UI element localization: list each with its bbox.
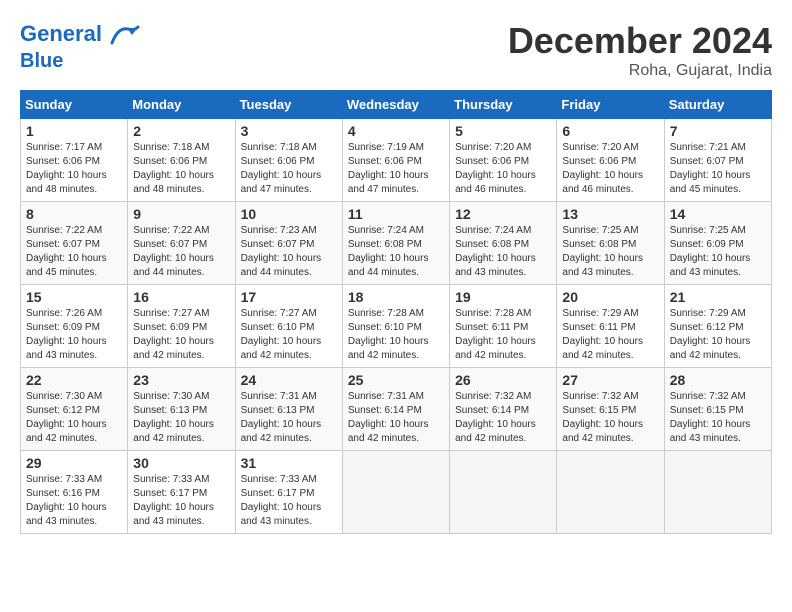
table-row: 28Sunrise: 7:32 AMSunset: 6:15 PMDayligh… — [664, 368, 771, 451]
title-section: December 2024 Roha, Gujarat, India — [508, 20, 772, 80]
table-row: 25Sunrise: 7:31 AMSunset: 6:14 PMDayligh… — [342, 368, 449, 451]
header-sunday: Sunday — [21, 91, 128, 119]
table-row: 6Sunrise: 7:20 AMSunset: 6:06 PMDaylight… — [557, 119, 664, 202]
weekday-header-row: Sunday Monday Tuesday Wednesday Thursday… — [21, 91, 772, 119]
table-row: 27Sunrise: 7:32 AMSunset: 6:15 PMDayligh… — [557, 368, 664, 451]
table-row: 23Sunrise: 7:30 AMSunset: 6:13 PMDayligh… — [128, 368, 235, 451]
table-row — [664, 451, 771, 534]
table-row: 7Sunrise: 7:21 AMSunset: 6:07 PMDaylight… — [664, 119, 771, 202]
table-row — [557, 451, 664, 534]
table-row: 21Sunrise: 7:29 AMSunset: 6:12 PMDayligh… — [664, 285, 771, 368]
header-thursday: Thursday — [450, 91, 557, 119]
header-saturday: Saturday — [664, 91, 771, 119]
table-row: 19Sunrise: 7:28 AMSunset: 6:11 PMDayligh… — [450, 285, 557, 368]
calendar-week-row: 8Sunrise: 7:22 AMSunset: 6:07 PMDaylight… — [21, 202, 772, 285]
location: Roha, Gujarat, India — [508, 62, 772, 80]
table-row: 18Sunrise: 7:28 AMSunset: 6:10 PMDayligh… — [342, 285, 449, 368]
table-row: 3Sunrise: 7:18 AMSunset: 6:06 PMDaylight… — [235, 119, 342, 202]
table-row: 5Sunrise: 7:20 AMSunset: 6:06 PMDaylight… — [450, 119, 557, 202]
table-row: 9Sunrise: 7:22 AMSunset: 6:07 PMDaylight… — [128, 202, 235, 285]
header-monday: Monday — [128, 91, 235, 119]
table-row: 24Sunrise: 7:31 AMSunset: 6:13 PMDayligh… — [235, 368, 342, 451]
calendar-week-row: 22Sunrise: 7:30 AMSunset: 6:12 PMDayligh… — [21, 368, 772, 451]
table-row — [450, 451, 557, 534]
calendar-table: Sunday Monday Tuesday Wednesday Thursday… — [20, 90, 772, 534]
table-row: 12Sunrise: 7:24 AMSunset: 6:08 PMDayligh… — [450, 202, 557, 285]
table-row: 2Sunrise: 7:18 AMSunset: 6:06 PMDaylight… — [128, 119, 235, 202]
table-row: 31Sunrise: 7:33 AMSunset: 6:17 PMDayligh… — [235, 451, 342, 534]
logo-blue-text: Blue — [20, 50, 140, 72]
table-row: 11Sunrise: 7:24 AMSunset: 6:08 PMDayligh… — [342, 202, 449, 285]
table-row: 16Sunrise: 7:27 AMSunset: 6:09 PMDayligh… — [128, 285, 235, 368]
table-row: 13Sunrise: 7:25 AMSunset: 6:08 PMDayligh… — [557, 202, 664, 285]
page-header: General Blue December 2024 Roha, Gujarat… — [20, 20, 772, 80]
table-row: 4Sunrise: 7:19 AMSunset: 6:06 PMDaylight… — [342, 119, 449, 202]
calendar-week-row: 29Sunrise: 7:33 AMSunset: 6:16 PMDayligh… — [21, 451, 772, 534]
table-row: 8Sunrise: 7:22 AMSunset: 6:07 PMDaylight… — [21, 202, 128, 285]
table-row: 29Sunrise: 7:33 AMSunset: 6:16 PMDayligh… — [21, 451, 128, 534]
table-row: 14Sunrise: 7:25 AMSunset: 6:09 PMDayligh… — [664, 202, 771, 285]
logo-text: General — [20, 20, 140, 50]
table-row: 30Sunrise: 7:33 AMSunset: 6:17 PMDayligh… — [128, 451, 235, 534]
calendar-week-row: 1Sunrise: 7:17 AMSunset: 6:06 PMDaylight… — [21, 119, 772, 202]
table-row: 26Sunrise: 7:32 AMSunset: 6:14 PMDayligh… — [450, 368, 557, 451]
logo: General Blue — [20, 20, 140, 72]
table-row: 15Sunrise: 7:26 AMSunset: 6:09 PMDayligh… — [21, 285, 128, 368]
calendar-week-row: 15Sunrise: 7:26 AMSunset: 6:09 PMDayligh… — [21, 285, 772, 368]
table-row: 1Sunrise: 7:17 AMSunset: 6:06 PMDaylight… — [21, 119, 128, 202]
month-title: December 2024 — [508, 20, 772, 62]
table-row — [342, 451, 449, 534]
header-friday: Friday — [557, 91, 664, 119]
table-row: 17Sunrise: 7:27 AMSunset: 6:10 PMDayligh… — [235, 285, 342, 368]
header-tuesday: Tuesday — [235, 91, 342, 119]
table-row: 22Sunrise: 7:30 AMSunset: 6:12 PMDayligh… — [21, 368, 128, 451]
header-wednesday: Wednesday — [342, 91, 449, 119]
table-row: 20Sunrise: 7:29 AMSunset: 6:11 PMDayligh… — [557, 285, 664, 368]
table-row: 10Sunrise: 7:23 AMSunset: 6:07 PMDayligh… — [235, 202, 342, 285]
